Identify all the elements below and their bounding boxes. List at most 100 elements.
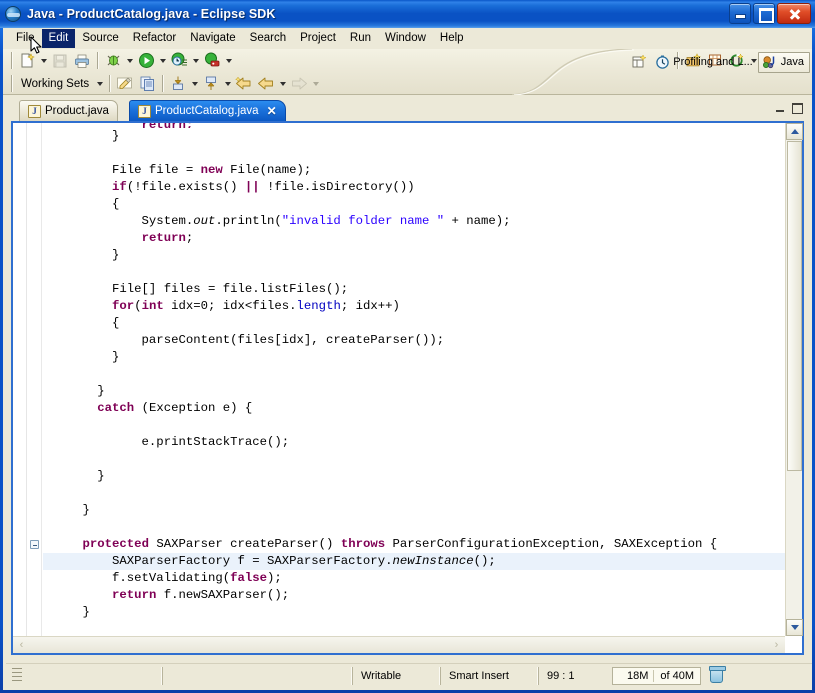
profile-dropdown-icon[interactable] <box>190 51 201 71</box>
code-line: protected SAXParser createParser() throw… <box>43 536 785 553</box>
status-memory-monitor[interactable]: 18M of 40M <box>612 666 702 685</box>
maximize-button[interactable] <box>753 3 775 24</box>
close-button[interactable] <box>777 3 811 24</box>
code-token: || <box>244 180 260 194</box>
code-token: out <box>193 214 216 228</box>
debug-icon[interactable] <box>102 51 124 71</box>
code-token: return <box>141 231 186 245</box>
new-wizard-icon[interactable] <box>16 51 38 71</box>
code-token: } <box>53 350 120 364</box>
code-token: ; <box>185 231 194 245</box>
working-sets-dropdown-icon[interactable] <box>94 74 105 94</box>
eclipse-window: Java - ProductCatalog.java - Eclipse SDK… <box>0 0 815 693</box>
back-icon[interactable] <box>255 74 277 94</box>
copy-icon[interactable] <box>136 74 158 94</box>
code-token: + name); <box>444 214 511 228</box>
pencil-edit-icon[interactable] <box>114 74 136 94</box>
toolbar-row-secondary: Working Sets <box>3 72 812 95</box>
code-token: File[] files = file.listFiles(); <box>53 282 349 296</box>
open-perspective-icon[interactable] <box>628 52 652 73</box>
code-token: length <box>296 299 341 313</box>
code-token: catch <box>97 401 135 415</box>
scroll-down-button[interactable] <box>786 619 803 636</box>
collapse-marker-icon[interactable] <box>30 540 39 549</box>
code-token: } <box>53 384 105 398</box>
editor-horizontal-scrollbar[interactable]: ‹ › <box>13 636 785 653</box>
java-file-icon: J <box>138 104 151 118</box>
forward-icon[interactable] <box>288 74 310 94</box>
status-insert-mode: Smart Insert <box>440 666 538 685</box>
minimize-button[interactable] <box>729 3 751 24</box>
code-token: } <box>53 248 120 262</box>
code-token: { <box>53 316 120 330</box>
menu-search[interactable]: Search <box>243 29 293 48</box>
status-bar: Writable Smart Insert 99 : 1 18M of 40M <box>6 663 812 687</box>
code-editor[interactable]: return; } File file = new File(name); if… <box>43 123 785 636</box>
code-line: } <box>43 128 785 145</box>
coverage-icon[interactable] <box>201 51 223 71</box>
code-token: new <box>200 163 223 177</box>
save-icon[interactable] <box>49 51 71 71</box>
new-wizard-dropdown-icon[interactable] <box>38 51 49 71</box>
editor-annotation-ruler[interactable] <box>13 123 27 653</box>
perspective-java-label: Java <box>780 56 804 68</box>
close-icon[interactable]: ✕ <box>267 104 277 118</box>
code-line: File file = new File(name); <box>43 162 785 179</box>
scroll-right-button[interactable]: › <box>768 637 785 653</box>
coverage-dropdown-icon[interactable] <box>223 51 234 71</box>
editor-tab-product[interactable]: J Product.java <box>19 100 118 121</box>
perspective-profiling[interactable]: Profiling and L... <box>652 52 758 73</box>
menu-project[interactable]: Project <box>293 29 343 48</box>
toolbar-separator <box>11 75 12 92</box>
previous-annotation-dropdown-icon[interactable] <box>222 74 233 94</box>
run-dropdown-icon[interactable] <box>157 51 168 71</box>
trash-icon[interactable] <box>709 666 727 683</box>
scroll-left-button[interactable]: ‹ <box>13 637 30 653</box>
code-line: } <box>43 349 785 366</box>
status-cursor-position: 99 : 1 <box>538 666 608 685</box>
editor-maximize-button[interactable] <box>791 103 803 114</box>
next-annotation-dropdown-icon[interactable] <box>189 74 200 94</box>
vertical-scroll-thumb[interactable] <box>787 141 802 471</box>
menu-bar: File Edit Source Refactor Navigate Searc… <box>3 28 812 49</box>
code-token: protected <box>82 537 149 551</box>
code-token: } <box>53 469 105 483</box>
code-line: catch (Exception e) { <box>43 400 785 417</box>
last-edit-location-icon[interactable] <box>233 74 255 94</box>
editor-minimize-button[interactable] <box>775 103 786 113</box>
menu-source[interactable]: Source <box>75 29 125 48</box>
code-token: !file.isDirectory()) <box>259 180 415 194</box>
code-token: idx=0; idx<files. <box>163 299 297 313</box>
debug-dropdown-icon[interactable] <box>124 51 135 71</box>
scroll-up-button[interactable] <box>786 123 803 140</box>
code-token: (!file.exists() <box>126 180 245 194</box>
working-sets-label[interactable]: Working Sets <box>16 78 94 90</box>
client-area: File Edit Source Refactor Navigate Searc… <box>3 28 812 690</box>
run-icon[interactable] <box>135 51 157 71</box>
back-dropdown-icon[interactable] <box>277 74 288 94</box>
status-resize-grip[interactable] <box>12 667 22 684</box>
status-memory-total: of 40M <box>653 669 700 682</box>
menu-refactor[interactable]: Refactor <box>126 29 183 48</box>
editor-tab-bar: J Product.java J ProductCatalog.java ✕ <box>11 100 804 121</box>
next-annotation-icon[interactable] <box>167 74 189 94</box>
menu-file[interactable]: File <box>9 29 42 48</box>
menu-window[interactable]: Window <box>378 29 433 48</box>
menu-run[interactable]: Run <box>343 29 378 48</box>
profile-icon[interactable] <box>168 51 190 71</box>
menu-help[interactable]: Help <box>433 29 471 48</box>
previous-annotation-icon[interactable] <box>200 74 222 94</box>
menu-edit[interactable]: Edit <box>41 29 76 48</box>
code-token: SAXParserFactory f = SAXParserFactory. <box>53 554 393 568</box>
editor-vertical-scrollbar[interactable] <box>785 123 803 636</box>
menu-navigate[interactable]: Navigate <box>183 29 242 48</box>
editor-tab-productcatalog[interactable]: J ProductCatalog.java ✕ <box>129 100 286 121</box>
print-icon[interactable] <box>71 51 93 71</box>
code-token: return <box>112 588 157 602</box>
perspective-java[interactable]: Java <box>757 51 810 73</box>
editor-folding-ruler[interactable] <box>28 123 42 653</box>
